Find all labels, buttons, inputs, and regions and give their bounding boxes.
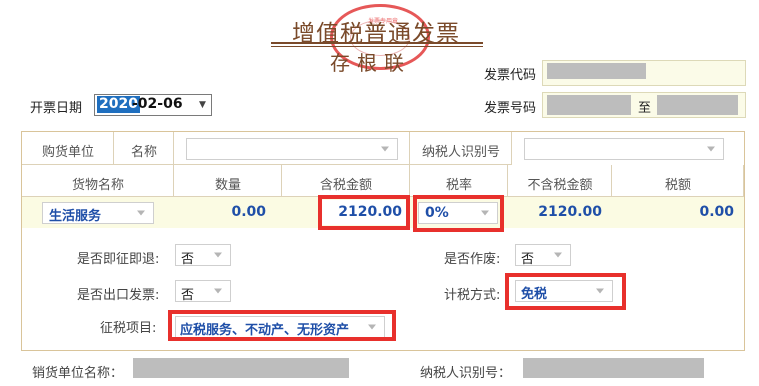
buyer-section-label: 购货单位 (41, 145, 94, 160)
buyer-taxid-dropdown[interactable] (524, 138, 724, 160)
amount-excl-value: 2120.00 (538, 204, 602, 220)
export-invoice-dropdown[interactable]: 否 (175, 280, 231, 303)
export-invoice-value: 否 (181, 288, 195, 303)
title-underline (271, 42, 483, 44)
invoice-subtitle: 存根联 (330, 51, 411, 75)
immediate-refund-dropdown[interactable]: 否 (175, 244, 231, 267)
col-amount-incl: 含税金额 (319, 178, 372, 193)
chevron-down-icon[interactable] (381, 146, 389, 152)
goods-name-value: 生活服务 (49, 209, 102, 224)
goods-name-dropdown[interactable]: 生活服务 (42, 202, 154, 224)
quantity-value[interactable]: 0.00 (174, 204, 266, 220)
chevron-down-icon[interactable] (707, 146, 715, 152)
invoice-code-label: 发票代码 (484, 68, 537, 83)
immediate-refund-label: 是否即征即退: (77, 252, 160, 267)
chevron-down-icon[interactable] (214, 288, 222, 294)
buyer-name-dropdown[interactable] (186, 138, 398, 160)
export-invoice-label: 是否出口发票: (77, 288, 160, 303)
invoice-number-start-redacted (547, 95, 631, 115)
col-goods-name: 货物名称 (71, 178, 124, 193)
highlight-tax-item (168, 310, 396, 341)
col-tax-amount: 税额 (664, 178, 691, 193)
void-label: 是否作废: (444, 252, 501, 267)
highlight-tax-method (505, 273, 626, 310)
invoice-number-label: 发票号码 (484, 101, 537, 116)
invoice-number-end-redacted (657, 95, 738, 115)
buyer-taxid-label: 纳税人识别号 (421, 145, 500, 160)
seller-name-label: 销货单位名称： (32, 366, 124, 381)
chevron-down-icon[interactable] (214, 252, 222, 258)
immediate-refund-value: 否 (181, 252, 195, 267)
issue-date-month-day[interactable]: -02-06 (132, 96, 183, 113)
tax-method-label: 计税方式: (444, 288, 501, 303)
highlight-amount-incl (318, 195, 410, 230)
chevron-down-icon[interactable] (137, 210, 145, 216)
col-amount-excl: 不含税金额 (527, 178, 593, 193)
seller-taxid-label: 纳税人识别号： (420, 366, 512, 381)
invoice-number-separator: 至 (638, 101, 652, 116)
void-dropdown[interactable]: 否 (515, 244, 571, 267)
seller-taxid-redacted (523, 358, 704, 378)
void-value: 否 (521, 252, 535, 267)
buyer-name-label: 名称 (130, 145, 157, 160)
chevron-down-icon[interactable] (554, 252, 562, 258)
highlight-tax-rate (413, 195, 504, 232)
chevron-down-icon[interactable]: ▼ (199, 100, 206, 110)
tax-amount-value: 0.00 (699, 204, 734, 220)
issue-date-label: 开票日期 (30, 101, 83, 116)
seller-name-redacted (133, 358, 349, 378)
col-quantity: 数量 (214, 178, 241, 193)
col-tax-rate: 税率 (445, 178, 472, 193)
tax-item-label: 征税项目: (100, 321, 157, 336)
invoice-code-redacted (547, 63, 646, 79)
